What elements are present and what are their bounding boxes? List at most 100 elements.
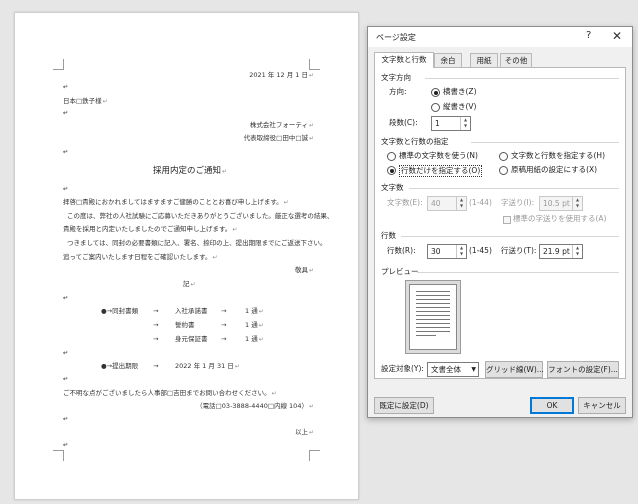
group-divider (425, 78, 619, 79)
chars-group-label: 文字数 (381, 183, 404, 192)
return-mark: ↵ (63, 349, 69, 357)
doc-company: 株式会社フォーティ↵ (249, 121, 314, 129)
arrow: → (153, 307, 159, 315)
doc-body-line: つきましては、同封の必要書類に記入、署名、捺印の上、提出期限までにご返送下さい。 (67, 239, 327, 247)
close-icon[interactable]: ✕ (612, 29, 622, 43)
lines-only-label[interactable]: 行数だけを指定する(O) (399, 165, 483, 177)
lines-value: 30 (431, 247, 441, 256)
arrow: → (221, 307, 227, 315)
tab-panel: 文字方向 方向: 横書き(Z) 縦書き(V) 段数(C): 1 ▲ ▼ 文字数と行… (374, 67, 626, 379)
crop-mark-bottom-left (53, 450, 64, 461)
dialog-titlebar[interactable]: ページ設定 ? ✕ (368, 27, 632, 47)
apply-to-select[interactable]: 文書全体 ▼ (427, 362, 479, 377)
manuscript-label[interactable]: 原稿用紙の設定にする(X) (511, 165, 597, 175)
group-divider (471, 142, 619, 143)
doc-body-line: この度は、弊社の人社試験にご応募いただきありがとうございました。厳正な選考の結果… (67, 212, 334, 220)
lines-label: 行数(R): (387, 246, 416, 255)
doc-closing: 敬具↵ (294, 266, 314, 274)
chars-range: (1-44) (469, 198, 492, 207)
doc-inquiry: ご不明な点がございましたら人事部□吉田までお問い合わせください。↵ (63, 389, 277, 397)
arrow: → (153, 362, 159, 370)
tab-chars-lines[interactable]: 文字数と行数 (374, 52, 434, 68)
chars-label: 文字数(E): (387, 198, 423, 207)
doc-date: 2021 年 12 月 1 日↵ (249, 71, 314, 79)
direction-label: 方向: (389, 87, 407, 96)
chevron-down-icon: ▼ (471, 366, 476, 373)
line-spacing-spinner[interactable]: 21.9 pt ▲ ▼ (539, 244, 583, 259)
arrow: → (221, 335, 227, 343)
line-spacing-value: 21.9 pt (543, 247, 570, 256)
doc-title: 採用内定のご通知↵ (153, 166, 228, 176)
spinner-arrows-icon[interactable]: ▲ ▼ (572, 197, 582, 210)
char-spacing-value: 10.5 pt (543, 199, 570, 208)
char-spacing-spinner[interactable]: 10.5 pt ▲ ▼ (539, 196, 583, 211)
doc-phone: （電話□03-3888-4440□内線 104）↵ (196, 402, 314, 410)
doc-deadline-value: 2022 年 1 月 31 日↵ (175, 362, 240, 370)
doc-deadline-label: ●→提出期限 (101, 362, 139, 370)
char-spacing-label: 字送り(I): (501, 198, 535, 207)
return-mark: ↵ (63, 415, 69, 423)
doc-item-name: 入社承諾書 (175, 307, 208, 315)
crop-mark-bottom-right (309, 450, 320, 461)
chars-value: 40 (431, 199, 441, 208)
document-page[interactable]: 2021 年 12 月 1 日↵ ↵ 日本□鉄子様↵ ↵ 株式会社フォーティ↵ … (14, 12, 359, 500)
horizontal-label[interactable]: 横書き(Z) (443, 87, 477, 97)
doc-item-qty: 1 通↵ (245, 321, 264, 329)
doc-item-name: 誓約書 (175, 321, 195, 329)
doc-item-qty: 1 通↵ (245, 307, 264, 315)
lines-spinner[interactable]: 30 ▲ ▼ (427, 244, 467, 259)
group-divider (401, 236, 619, 237)
tab-margins[interactable]: 余白 (434, 53, 462, 67)
spinner-arrows-icon[interactable]: ▲ ▼ (456, 245, 466, 258)
tab-paper[interactable]: 用紙 (470, 53, 498, 67)
spinner-arrows-icon[interactable]: ▲ ▼ (460, 117, 470, 130)
arrow: → (153, 335, 159, 343)
spinner-arrows-icon[interactable]: ▲ ▼ (572, 245, 582, 258)
doc-ki: 記↵ (183, 280, 196, 288)
grid-lines-button[interactable]: グリッド線(W)... (485, 361, 544, 378)
doc-body-line: 貴殿を採用と内定いたしましたのでご通知申し上げます。↵ (63, 225, 238, 233)
return-mark: ↵ (63, 294, 69, 302)
chars-lines-radio[interactable] (499, 152, 508, 161)
horizontal-radio[interactable] (431, 88, 440, 97)
cancel-button[interactable]: キャンセル (578, 397, 626, 414)
group-divider (417, 272, 619, 273)
dialog-title: ページ設定 (376, 33, 416, 42)
preview-page-icon (409, 284, 457, 350)
spinner-arrows-icon[interactable]: ▲ ▼ (456, 197, 466, 210)
doc-body-line: 追ってご案内いたします日程をご確認いたします。↵ (63, 253, 218, 261)
vertical-radio[interactable] (431, 103, 440, 112)
doc-item-qty: 1 通↵ (245, 335, 264, 343)
spec-group-label: 文字数と行数の指定 (381, 137, 449, 146)
lines-only-radio[interactable] (387, 166, 396, 175)
preview-group-label: プレビュー (381, 267, 419, 276)
manuscript-radio[interactable] (499, 166, 508, 175)
return-mark: ↵ (63, 83, 69, 91)
return-mark: ↵ (63, 441, 69, 449)
page-preview (405, 280, 461, 354)
doc-body-line: 拝啓□貴殿におかれましてはますますご健勝のこととお喜び申し上げます。↵ (63, 198, 289, 206)
group-divider (409, 188, 619, 189)
lines-range: (1-45) (469, 246, 492, 255)
line-spacing-label: 行送り(T): (501, 246, 537, 255)
crop-mark-top-right (309, 59, 320, 70)
return-mark: ↵ (63, 109, 69, 117)
ok-button[interactable]: OK (530, 397, 574, 414)
help-icon[interactable]: ? (586, 30, 591, 41)
apply-to-label: 設定対象(Y): (381, 364, 424, 373)
set-default-button[interactable]: 既定に設定(D) (374, 397, 434, 414)
tab-other[interactable]: その他 (500, 53, 532, 67)
doc-closing: 以上↵ (294, 428, 314, 436)
chars-lines-label[interactable]: 文字数と行数を指定する(H) (511, 151, 605, 161)
standard-spacing-checkbox[interactable] (503, 216, 511, 224)
standard-label[interactable]: 標準の文字数を使う(N) (399, 151, 478, 161)
return-mark: ↵ (63, 375, 69, 383)
font-settings-button[interactable]: フォントの設定(F)... (547, 361, 619, 378)
lines-group-label: 行数 (381, 231, 396, 240)
chars-spinner[interactable]: 40 ▲ ▼ (427, 196, 467, 211)
standard-spacing-label[interactable]: 標準の字送りを使用する(A) (513, 214, 606, 224)
vertical-label[interactable]: 縦書き(V) (443, 102, 476, 112)
standard-radio[interactable] (387, 152, 396, 161)
columns-value: 1 (435, 119, 440, 128)
columns-spinner[interactable]: 1 ▲ ▼ (431, 116, 471, 131)
